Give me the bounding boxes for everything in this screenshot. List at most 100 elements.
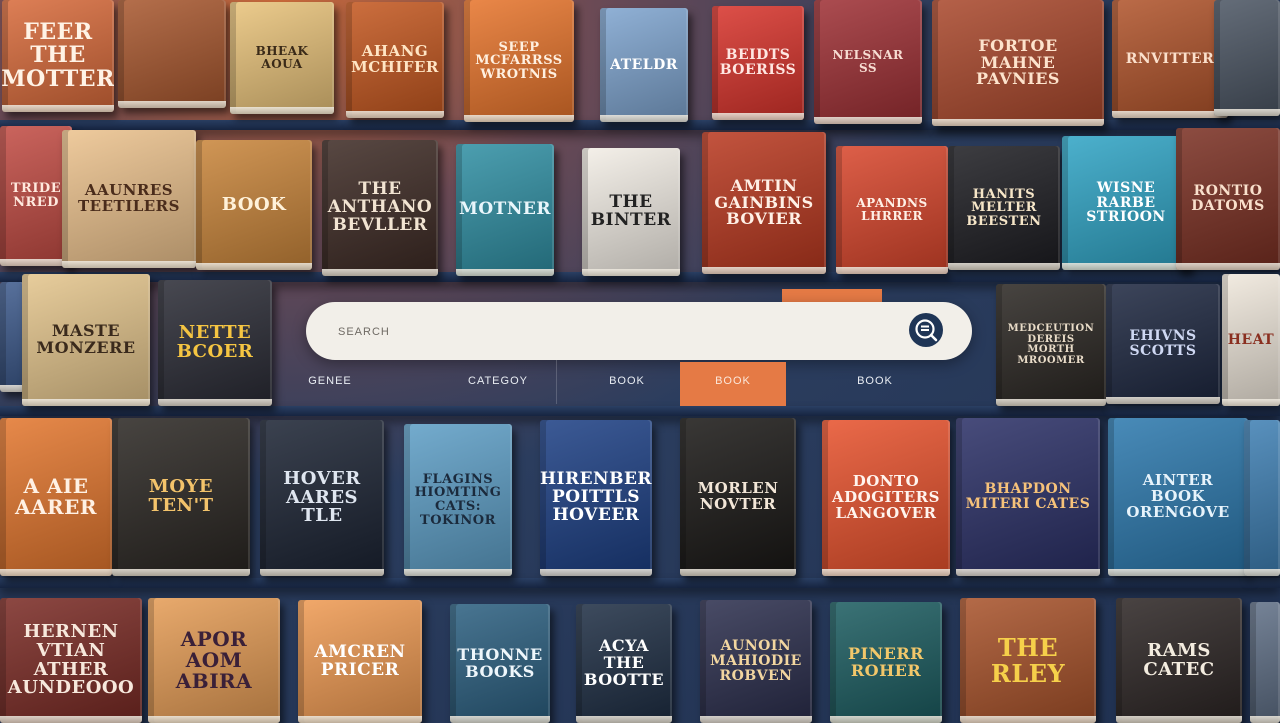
book-title: MOTNER [459,199,551,220]
book-title: THE BINTER [590,192,672,230]
book-title: AINTER BOOK ORENGOVE [1126,471,1230,521]
search-bar [306,302,972,360]
book-cover[interactable]: RAMS CATEC [1116,598,1242,723]
book-title: MASTE MONZERE [36,321,136,357]
book-cover[interactable]: AINTER BOOK ORENGOVE [1108,418,1248,576]
book-title: SEEP MCFARRSS WROTNIS [475,39,563,82]
book-cover[interactable]: RONTIO DATOMS [1176,128,1280,270]
book-title: DONTO ADOGITERS LANGOVER [832,472,940,522]
book-title: AMTIN GAINBINS BOVIER [714,175,814,229]
book-title: NETTE BCOER [176,322,254,362]
tab-book[interactable]: BOOK [596,372,658,402]
book-title: HERNEN VTIAN ATHER AUNDEOOO [7,620,135,699]
book-cover[interactable]: APANDNS LHRRER [836,146,948,274]
tab-indicator [782,289,882,302]
book-title: AAUNRES TEETILERS [78,181,180,215]
book-title: PINERR ROHER [848,643,924,680]
book-cover[interactable]: BHEAK AOUA [230,2,334,114]
book-cover[interactable]: APOR AOM ABIRA [148,598,280,723]
book-cover[interactable]: HERNEN VTIAN ATHER AUNDEOOO [0,598,142,723]
book-title: TRIDE NRED [10,181,62,210]
book-title: AMCREN PRICER [314,641,406,680]
book-title: MORLEN NOVTER [697,479,779,513]
book-title: APANDNS LHRRER [856,196,928,223]
book-cover[interactable]: FLAGINS HIOMTING CATS: TOKINOR [404,424,512,576]
book-title: A AIE AARER [14,474,98,519]
book-cover[interactable]: RNVITTER [1112,0,1228,118]
book-cover[interactable]: BHAPDON MITERI CATES [956,418,1100,576]
book-title: APOR AOM ABIRA [175,627,253,693]
book-cover[interactable]: AMTIN GAINBINS BOVIER [702,132,826,274]
book-cover[interactable]: MOYE TEN'T [112,418,250,576]
shelf [0,578,1280,588]
book-cover[interactable]: HANITS MELTER BEESTEN [948,146,1060,270]
book-cover[interactable]: WISNE RARBE STRIOON [1062,136,1190,270]
book-title: HANITS MELTER BEESTEN [966,186,1042,229]
book-title: FEER THE MOTTER [2,19,114,92]
book-cover[interactable]: THE RLEY [960,598,1096,723]
book-cover[interactable]: HEAT [1222,274,1280,406]
book-cover[interactable] [0,282,24,392]
book-cover[interactable]: MOTNER [456,144,554,276]
book-cover[interactable]: ACYA THE BOOTTE [576,604,672,723]
book-cover[interactable]: SEEP MCFARRSS WROTNIS [464,0,574,122]
book-title: ACYA THE BOOTTE [583,636,665,689]
book-cover[interactable]: FORTOE MAHNE PAVNIES [932,0,1104,126]
book-cover[interactable]: DONTO ADOGITERS LANGOVER [822,420,950,576]
book-cover[interactable]: NELSNAR SS [814,0,922,124]
shelf [0,406,1280,416]
book-title: WISNE RARBE STRIOON [1086,179,1166,226]
tab-divider [556,360,557,404]
book-title: AHANG MCHIFER [351,42,439,76]
tab-genre[interactable]: GENEE [300,372,360,402]
book-cover[interactable]: AAUNRES TEETILERS [62,130,196,268]
book-title: RNVITTER [1125,50,1215,67]
book-title: HIRENBER POITTLS HOVEER [540,469,652,525]
book-cover[interactable]: BOOK [196,140,312,270]
book-title: BEIDTS BOERISS [719,47,797,78]
book-title: ATELDR [610,56,678,73]
book-title: FORTOE MAHNE PAVNIES [976,35,1060,89]
search-button[interactable] [909,313,943,347]
book-cover[interactable] [1214,0,1280,116]
book-title: THE RLEY [990,633,1066,688]
tab-book[interactable]: BOOK [844,372,906,402]
tab-category[interactable]: CATEGOY [458,372,538,402]
book-cover[interactable] [1244,420,1280,576]
book-title: BHEAK AOUA [255,44,309,71]
book-cover[interactable] [118,0,226,108]
book-cover[interactable]: THONNE BOOKS [450,604,550,723]
book-cover[interactable]: THE ANTHANO BEVLLER [322,140,438,276]
book-title: HOVER AARES TLE [283,467,361,527]
book-title: THONNE BOOKS [457,644,543,681]
book-title: BOOK [221,193,287,215]
book-cover[interactable] [1250,602,1280,723]
book-cover[interactable]: NETTE BCOER [158,280,272,406]
book-cover[interactable]: ATELDR [600,8,688,122]
search-input[interactable] [336,320,880,344]
book-cover[interactable]: MEDCEUTION DEREIS MORTH MROOMER [996,284,1106,406]
book-cover[interactable]: AHANG MCHIFER [346,2,444,118]
book-title: NELSNAR SS [832,48,904,75]
book-title: FLAGINS HIOMTING CATS: TOKINOR [414,471,502,528]
book-cover[interactable]: AMCREN PRICER [298,600,422,723]
search-icon [915,319,938,342]
book-cover[interactable]: AUNOIN MAHIODIE ROBVEN [700,600,812,723]
book-cover[interactable]: HIRENBER POITTLS HOVEER [540,420,652,576]
book-cover[interactable]: HOVER AARES TLE [260,420,384,576]
book-cover[interactable]: PINERR ROHER [830,602,942,723]
book-cover[interactable]: THE BINTER [582,148,680,276]
book-cover[interactable]: EHIVNS SCOTTS [1106,284,1220,404]
book-cover[interactable]: FEER THE MOTTER [2,0,114,112]
book-title: MOYE TEN'T [148,476,214,516]
book-title: BHAPDON MITERI CATES [965,481,1091,512]
book-title: AUNOIN MAHIODIE ROBVEN [710,638,802,684]
book-title: HEAT [1227,331,1275,348]
book-cover[interactable]: MASTE MONZERE [22,274,150,406]
book-cover[interactable]: BEIDTS BOERISS [712,6,804,120]
book-cover[interactable]: A AIE AARER [0,418,112,576]
book-cover[interactable]: MORLEN NOVTER [680,418,796,576]
tab-book-active[interactable]: BOOK [680,362,786,406]
book-title: THE ANTHANO BEVLLER [327,179,433,235]
book-title: MEDCEUTION DEREIS MORTH MROOMER [1007,323,1095,366]
